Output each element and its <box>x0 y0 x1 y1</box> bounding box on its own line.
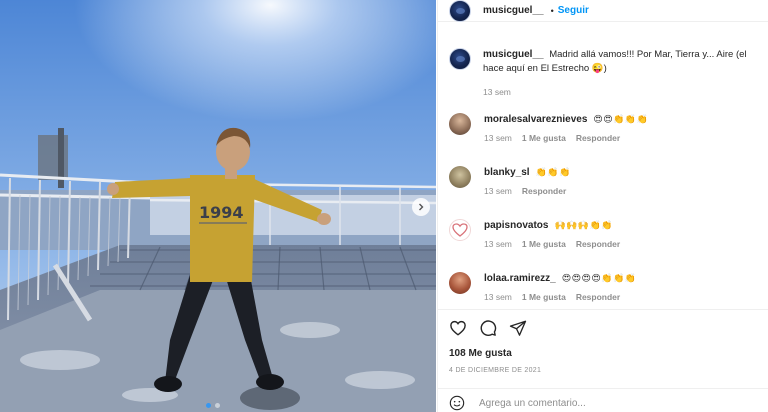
comment-time[interactable]: 13 sem <box>484 239 512 249</box>
list-item: papisnovatos 🙌🙌🙌👏👏 13 sem 1 Me gusta Res… <box>449 219 759 249</box>
post-photo[interactable]: 1994 <box>0 0 436 412</box>
comment-text: 🙌🙌🙌👏👏 <box>554 221 613 231</box>
comment-icon[interactable] <box>479 319 497 337</box>
avatar[interactable] <box>449 0 471 22</box>
add-comment-row <box>438 394 768 412</box>
comment-username[interactable]: moralesalvareznieves <box>484 113 587 127</box>
action-bar <box>449 319 527 337</box>
avatar[interactable] <box>449 48 471 70</box>
carousel-dot <box>215 403 220 408</box>
reply-button[interactable]: Responder <box>576 239 620 249</box>
reply-button[interactable]: Responder <box>576 292 620 302</box>
avatar[interactable] <box>449 219 471 241</box>
comment-input[interactable] <box>479 397 719 409</box>
follow-button[interactable]: Seguir <box>558 5 589 16</box>
avatar[interactable] <box>449 113 471 135</box>
comment-likes[interactable]: 1 Me gusta <box>522 133 566 143</box>
caption: musicguel__ Madrid allá vamos!!! Por Mar… <box>449 48 759 99</box>
caption-time[interactable]: 13 sem <box>483 85 759 99</box>
comment-username[interactable]: blanky_sl <box>484 166 530 180</box>
comment-text: 😍😍👏👏👏 <box>593 115 649 125</box>
list-item: lolaa.ramirezz_ 😍😍😍😍👏👏👏 13 sem 1 Me gust… <box>449 272 759 302</box>
list-item: moralesalvareznieves 😍😍👏👏👏 13 sem 1 Me g… <box>449 113 759 143</box>
heart-logo-icon <box>452 223 468 237</box>
avatar[interactable] <box>449 272 471 294</box>
separator: • <box>550 5 554 16</box>
caption-username[interactable]: musicguel__ <box>483 49 544 60</box>
comment-text: 👏👏👏 <box>535 168 571 178</box>
comment-time[interactable]: 13 sem <box>484 133 512 143</box>
comment-username[interactable]: papisnovatos <box>484 219 548 233</box>
share-icon[interactable] <box>509 319 527 337</box>
comment-username[interactable]: lolaa.ramirezz_ <box>484 272 556 286</box>
list-item: blanky_sl 👏👏👏 13 sem Responder <box>449 166 759 196</box>
comment-time[interactable]: 13 sem <box>484 292 512 302</box>
avatar[interactable] <box>449 166 471 188</box>
chevron-right-icon[interactable] <box>412 198 430 216</box>
carousel-dots <box>206 403 220 408</box>
comment-text: 😍😍😍😍👏👏👏 <box>561 274 637 284</box>
divider <box>438 309 768 310</box>
comment-time[interactable]: 13 sem <box>484 186 512 196</box>
carousel-dot <box>206 403 211 408</box>
post-date: 4 DE DICIEMBRE DE 2021 <box>449 367 542 374</box>
comment-likes[interactable]: 1 Me gusta <box>522 292 566 302</box>
post-side-panel: musicguel__ • Seguir musicguel__ Madrid … <box>437 0 768 412</box>
reply-button[interactable]: Responder <box>576 133 620 143</box>
post-header: musicguel__ • Seguir <box>438 0 768 22</box>
reply-button[interactable]: Responder <box>522 186 566 196</box>
comment-likes[interactable]: 1 Me gusta <box>522 239 566 249</box>
heart-icon[interactable] <box>449 319 467 337</box>
divider <box>438 388 768 389</box>
svg-text:1994: 1994 <box>199 203 244 222</box>
photo-scene: 1994 <box>0 0 436 412</box>
likes-count[interactable]: 108 Me gusta <box>449 348 512 359</box>
header-username[interactable]: musicguel__ <box>483 5 544 16</box>
smiley-icon[interactable] <box>449 395 465 411</box>
